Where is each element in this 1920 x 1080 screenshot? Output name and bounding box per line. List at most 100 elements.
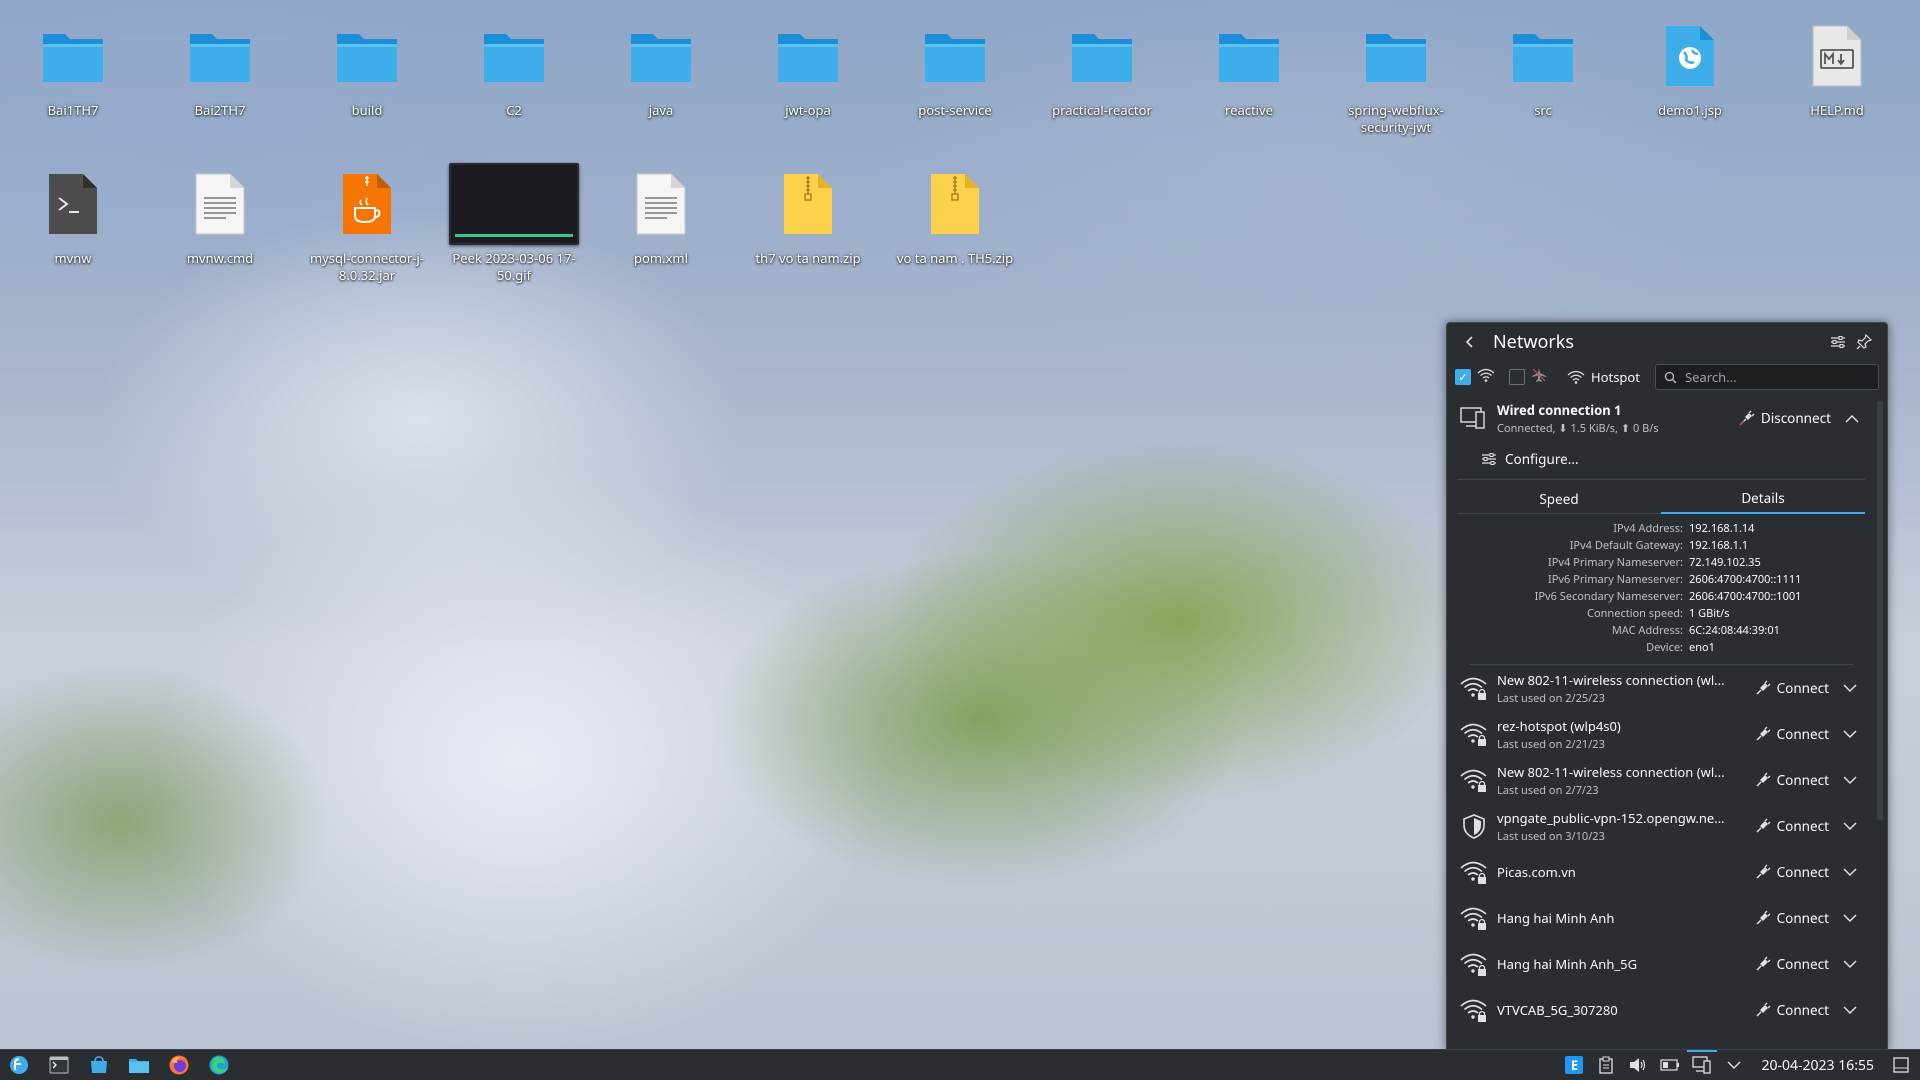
desktop-icon-mvnw-cmd[interactable]: mvnw.cmd [155,168,285,267]
network-name: Hang hai Minh Anh_5G [1497,955,1638,973]
chevron-down-icon[interactable] [1837,955,1863,974]
chevron-down-icon[interactable] [1837,817,1863,836]
connect-button[interactable]: Connect [1755,955,1829,973]
desktop-icon-post-service[interactable]: post-service [890,20,1020,119]
desktop-icon-c2[interactable]: C2 [449,20,579,119]
text-file-icon [184,168,256,240]
desktop-icon-src[interactable]: src [1478,20,1608,119]
chevron-down-icon[interactable] [1837,679,1863,698]
desktop-icon-jwt-opa[interactable]: jwt-opa [743,20,873,119]
wifi-enable-checkbox[interactable]: ✓ [1455,369,1471,385]
firefox-taskbar-icon[interactable] [164,1051,194,1079]
taskbar: E 20-04-2023 16:55 [0,1049,1920,1080]
desktop-icon-java[interactable]: java [596,20,726,119]
connect-button[interactable]: Connect [1755,679,1829,697]
connect-button[interactable]: Connect [1755,909,1829,927]
desktop-icon-demo1-jsp[interactable]: demo1.jsp [1625,20,1755,119]
desktop-icon-label: build [351,101,383,119]
plug-icon [1755,680,1771,696]
back-arrow-icon[interactable] [1457,329,1483,355]
wired-network-icon [1457,402,1489,434]
connect-button[interactable]: Connect [1755,863,1829,881]
desktop-icon-help-md[interactable]: HELP.md [1772,20,1902,119]
network-list-item[interactable]: VTVCAB_5G_307280 Connect [1447,987,1875,1033]
zip-archive-icon [919,168,991,240]
search-input[interactable] [1683,367,1857,387]
detail-value: 72.149.102.35 [1689,555,1761,570]
tab-details[interactable]: Details [1661,484,1865,514]
desktop-icon-label: jwt-opa [785,101,831,119]
desktop-icon-spring-webflux-security-jwt[interactable]: spring-webflux-security-jwt [1331,20,1461,136]
wired-connection-item[interactable]: Wired connection 1 Connected, ⬇ 1.5 KiB/… [1457,399,1865,665]
chevron-down-icon[interactable] [1837,771,1863,790]
hotspot-button[interactable]: Hotspot [1567,368,1640,386]
desktop-icon-th7-vo-ta-nam-zip[interactable]: th7 vo ta nam.zip [743,168,873,267]
network-list-item[interactable]: New 802-11-wireless connection (wl... Las… [1447,665,1875,711]
detail-value: 6C:24:08:44:39:01 [1689,623,1780,638]
network-list-item[interactable]: New 802-11-wireless connection (wl... Las… [1447,757,1875,803]
clock[interactable]: 20-04-2023 16:55 [1761,1056,1874,1075]
tab-speed[interactable]: Speed [1457,484,1661,514]
clipboard-icon[interactable] [1595,1054,1617,1076]
edge-taskbar-icon[interactable] [204,1051,234,1079]
network-list-item[interactable]: Hang hai Minh Anh_5G Connect [1447,941,1875,987]
connect-button[interactable]: Connect [1755,1001,1829,1019]
network-list-item[interactable]: Picas.com.vn Connect [1447,849,1875,895]
network-list-item[interactable]: rez-hotspot (wlp4s0) Last used on 2/21/23… [1447,711,1875,757]
scrollbar[interactable] [1877,401,1883,821]
connect-button[interactable]: Connect [1755,817,1829,835]
terminal-taskbar-icon[interactable] [44,1051,74,1079]
connect-button[interactable]: Connect [1755,771,1829,789]
folder-icon [625,20,697,92]
gif-thumbnail-image [449,163,579,245]
pin-icon[interactable] [1851,329,1877,355]
settings-sliders-icon[interactable] [1825,329,1851,355]
network-list-item[interactable]: vpngate_public-vpn-152.opengw.net... Last… [1447,803,1875,849]
desktop-icon-label: spring-webflux-security-jwt [1348,101,1444,136]
chevron-up-icon[interactable] [1839,409,1865,428]
desktop-icon-practical-reactor[interactable]: practical-reactor [1037,20,1167,119]
folder-icon [919,20,991,92]
chevron-down-icon[interactable] [1723,1054,1745,1076]
connect-button[interactable]: Connect [1755,725,1829,743]
file-manager-taskbar-icon[interactable] [124,1051,154,1079]
desktop-icon-pom-xml[interactable]: pom.xml [596,168,726,267]
desktop-icon-mvnw[interactable]: mvnw [8,168,138,267]
desktop-icon-bai2th7[interactable]: Bai2TH7 [155,20,285,119]
configure-label: Configure... [1505,450,1579,468]
network-list-item[interactable]: Hang hai Minh Anh Connect [1447,895,1875,941]
desktop-icon-vo-ta-nam-th5-zip[interactable]: vo ta nam . TH5.zip [890,168,1020,267]
desktop-icon-bai1th7[interactable]: Bai1TH7 [8,20,138,119]
disconnect-button[interactable]: Disconnect [1739,409,1831,427]
search-icon [1664,371,1677,383]
desktop-icon-peek-2023-03-06-17-50-gif[interactable]: Peek 2023-03-06 17-50.gif [449,163,579,284]
unplug-icon [1739,410,1755,426]
chevron-down-icon[interactable] [1837,909,1863,928]
desktop-icon-label: demo1.jsp [1658,101,1722,119]
battery-icon[interactable] [1659,1054,1681,1076]
wifi-locked-icon [1457,901,1491,935]
detail-key: IPv6 Secondary Nameserver: [1534,589,1683,604]
chevron-down-icon[interactable] [1837,725,1863,744]
connect-label: Connect [1776,817,1829,835]
network-name: vpngate_public-vpn-152.opengw.net... [1497,808,1727,827]
airplane-mode-checkbox[interactable] [1509,369,1525,385]
chevron-down-icon[interactable] [1837,863,1863,882]
volume-icon[interactable] [1627,1054,1649,1076]
search-field[interactable] [1655,364,1879,390]
folder-icon [1507,20,1579,92]
application-launcher-button[interactable] [4,1051,34,1079]
network-tray-icon[interactable] [1687,1050,1718,1076]
configure-button[interactable]: Configure... [1481,447,1865,471]
desktop-icon-build[interactable]: build [302,20,432,119]
chevron-down-icon[interactable] [1837,1001,1863,1020]
show-desktop-icon[interactable] [1890,1054,1912,1076]
desktop-icon-label: mvnw.cmd [186,249,254,267]
desktop-icon-reactive[interactable]: reactive [1184,20,1314,119]
detail-value: eno1 [1689,640,1715,655]
plug-icon [1755,864,1771,880]
language-indicator-icon[interactable]: E [1563,1054,1585,1076]
discover-taskbar-icon[interactable] [84,1051,114,1079]
detail-row: IPv4 Primary Nameserver: 72.149.102.35 [1457,554,1865,571]
desktop-icon-mysql-connector-j-8-0-32-jar[interactable]: mysql-connector-j-8.0.32.jar [302,168,432,284]
